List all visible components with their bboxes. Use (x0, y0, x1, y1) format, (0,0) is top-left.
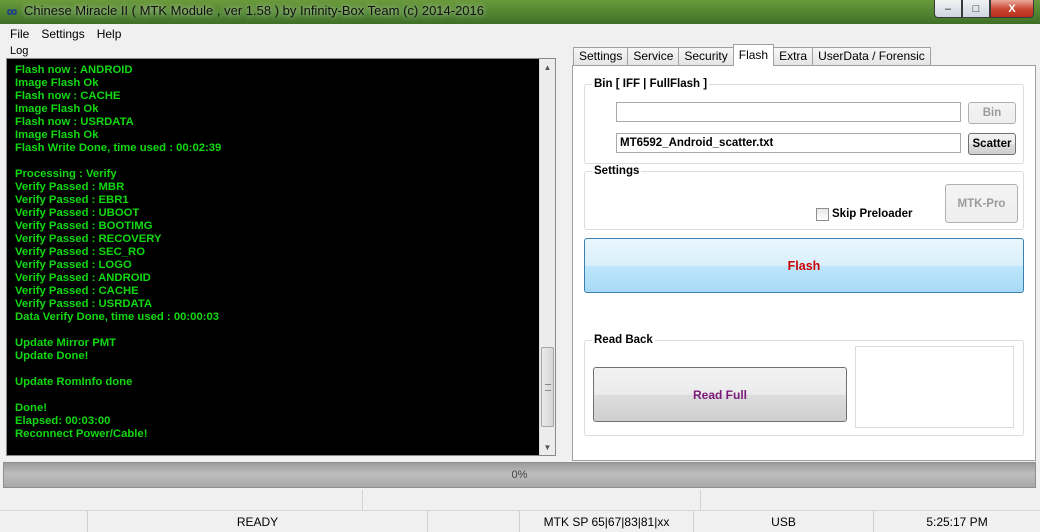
maximize-button[interactable]: □ (962, 0, 990, 18)
read-back-options-box (855, 346, 1014, 428)
menu-bar: File Settings Help (0, 24, 1040, 44)
read-full-button[interactable]: Read Full (593, 367, 847, 422)
tab-security[interactable]: Security (678, 47, 734, 66)
tab-strip: Settings Service Security Flash Extra Us… (573, 44, 931, 66)
flash-tab-panel: Bin [ IFF | FullFlash ] Bin MT6592_Andro… (572, 65, 1036, 461)
log-line: Verify Passed : EBR1 (15, 194, 129, 206)
tab-extra[interactable]: Extra (773, 47, 814, 66)
tab-service[interactable]: Service (627, 47, 680, 66)
tab-settings[interactable]: Settings (573, 47, 629, 66)
status-time: 5:25:17 PM (926, 514, 988, 529)
log-line: Verify Passed : SEC_RO (15, 246, 145, 258)
settings-group: Settings MTK-Pro Skip Preloader (584, 165, 1024, 230)
log-line: Verify Passed : MBR (15, 181, 125, 193)
log-line: Elapsed: 00:03:00 (15, 415, 111, 427)
log-panel[interactable]: Flash now : ANDROID Image Flash Ok Flash n… (6, 58, 556, 456)
info-cell (701, 490, 1036, 510)
mtk-pro-button[interactable]: MTK-Pro (945, 184, 1018, 223)
log-line: Flash Write Done, time used : 00:02:39 (15, 142, 222, 154)
log-line: Verify Passed : ANDROID (15, 272, 151, 284)
log-line: Verify Passed : USRDATA (15, 298, 153, 310)
progress-bar: 0% (3, 462, 1036, 488)
skip-preloader-label: Skip Preloader (832, 208, 913, 220)
grip-icon (545, 384, 551, 391)
flash-button[interactable]: Flash (584, 238, 1024, 293)
tab-flash[interactable]: Flash (732, 44, 775, 66)
progress-text: 0% (511, 469, 528, 481)
status-cell-empty (0, 511, 88, 532)
log-text: Flash now : ANDROID Image Flash Ok Flash n… (15, 64, 535, 441)
scatter-path-input[interactable]: MT6592_Android_scatter.txt (616, 133, 961, 153)
status-port: USB (694, 511, 874, 532)
log-line: Flash now : CACHE (15, 90, 121, 102)
log-line: Processing : Verify (15, 168, 117, 180)
log-line: Image Flash Ok (15, 103, 99, 115)
scroll-down-arrow-icon[interactable]: ▼ (540, 439, 555, 455)
minimize-button[interactable]: – (934, 0, 962, 18)
read-back-group-title: Read Back (592, 334, 655, 346)
scroll-up-arrow-icon[interactable]: ▲ (540, 59, 555, 75)
bin-path-input[interactable] (616, 102, 961, 122)
status-ready: READY (88, 511, 428, 532)
infinity-logo-icon (7, 8, 17, 16)
log-line: Done! (15, 402, 48, 414)
info-cell (363, 490, 701, 510)
read-back-group: Read Back Read Full (584, 334, 1024, 436)
log-line: Flash now : ANDROID (15, 64, 133, 76)
log-line: Reconnect Power/Cable! (15, 428, 148, 440)
bin-group: Bin [ IFF | FullFlash ] Bin MT6592_Andro… (584, 78, 1024, 164)
bin-group-title: Bin [ IFF | FullFlash ] (592, 78, 710, 90)
settings-group-title: Settings (592, 165, 642, 177)
log-line: Update Done! (15, 350, 89, 362)
log-line: Verify Passed : UBOOT (15, 207, 140, 219)
bin-button[interactable]: Bin (968, 102, 1016, 124)
title-bar: Chinese Miracle II ( MTK Module , ver 1.… (0, 0, 1040, 24)
log-line: Data Verify Done, time used : 00:00:03 (15, 311, 220, 323)
log-line: Verify Passed : RECOVERY (15, 233, 162, 245)
tab-userdata-forensic[interactable]: UserData / Forensic (812, 47, 931, 66)
log-line: Verify Passed : LOGO (15, 259, 132, 271)
log-line: Image Flash Ok (15, 77, 99, 89)
status-chip: MTK SP 65|67|83|81|xx (520, 511, 694, 532)
log-line: Update Mirror PMT (15, 337, 117, 349)
log-line: Verify Passed : BOOTIMG (15, 220, 153, 232)
scatter-button[interactable]: Scatter (968, 133, 1016, 155)
window-title: Chinese Miracle II ( MTK Module , ver 1.… (24, 3, 485, 18)
log-label: Log (10, 45, 29, 57)
menu-settings[interactable]: Settings (35, 27, 90, 41)
skip-preloader-checkbox[interactable] (816, 208, 829, 221)
log-line: Verify Passed : CACHE (15, 285, 139, 297)
close-button[interactable]: X (990, 0, 1034, 18)
menu-help[interactable]: Help (91, 27, 128, 41)
info-cell (3, 490, 363, 510)
info-bar (3, 490, 1036, 510)
log-line: Image Flash Ok (15, 129, 99, 141)
scroll-thumb[interactable] (541, 347, 554, 427)
window-controls: – □ X (934, 0, 1034, 18)
log-line: Flash now : USRDATA (15, 116, 134, 128)
log-line: Update RomInfo done (15, 376, 133, 388)
menu-file[interactable]: File (4, 27, 35, 41)
status-cell-empty (428, 511, 520, 532)
status-bar: READY MTK SP 65|67|83|81|xx USB 5:25:17 … (0, 510, 1040, 532)
log-scrollbar[interactable]: ▲ ▼ (539, 59, 555, 455)
